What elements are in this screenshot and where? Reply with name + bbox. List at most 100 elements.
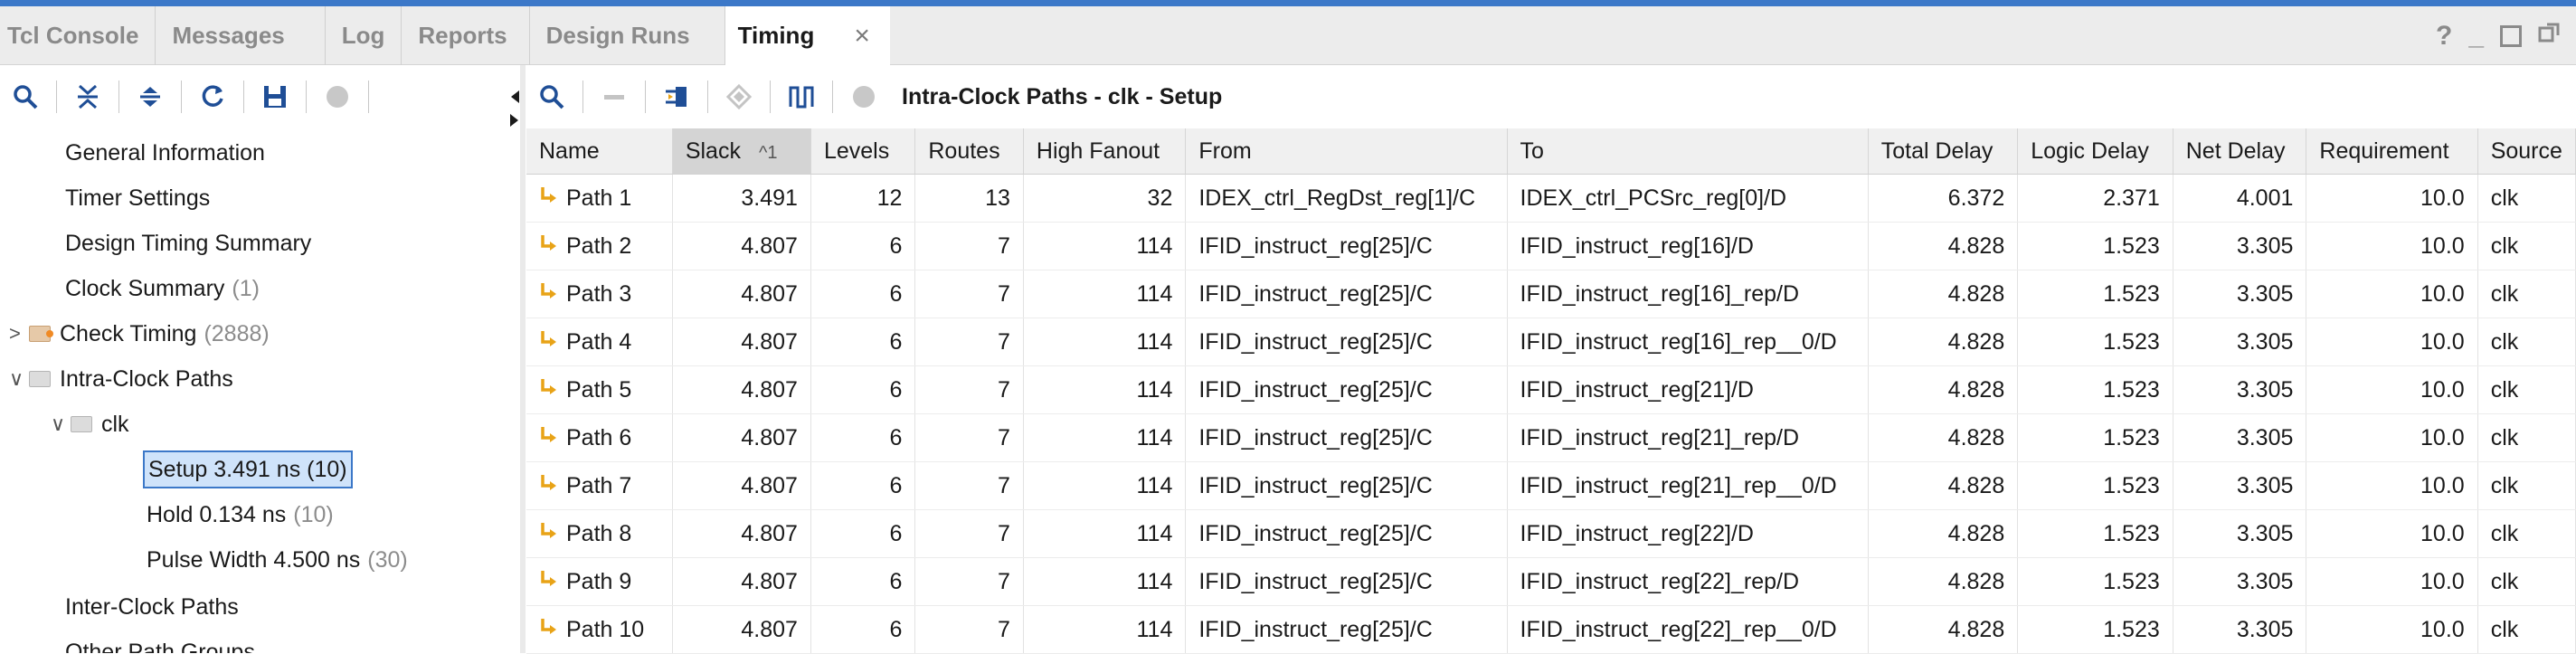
cell-levels: 6 [810, 222, 916, 270]
table-row[interactable]: Path 1 3.491 12 13 32 IDEX_ctrl_RegDst_reg[1]… [526, 174, 2576, 223]
cell-net-delay: 3.305 [2173, 365, 2307, 414]
tab-label: Log [341, 22, 385, 49]
tree-item-clock-summary[interactable]: Clock Summary (1) [65, 268, 260, 309]
column-header-slack[interactable]: Slack ^1 [672, 128, 811, 175]
column-header-net-delay[interactable]: Net Delay [2173, 128, 2307, 175]
tree-item-pulse-width[interactable]: Pulse Width 4.500 ns (30) [147, 539, 408, 581]
cell-slack: 4.807 [672, 270, 811, 318]
cell-total-delay: 4.828 [1868, 461, 2019, 510]
tree-item-timer-settings[interactable]: Timer Settings [65, 177, 210, 219]
close-icon[interactable]: × [854, 21, 870, 52]
table-row[interactable]: Path 5 4.807 6 7 114 IFID_instruct_reg[25]/C I… [526, 365, 2576, 414]
tab-tcl-console[interactable]: Tcl Console [0, 6, 156, 65]
path-icon [539, 185, 559, 212]
path-name: Path 3 [566, 280, 632, 307]
path-name: Path 8 [566, 520, 632, 546]
tree-item-label: General Information [65, 139, 265, 166]
column-header-name[interactable]: Name [526, 128, 673, 175]
chevron-down-icon[interactable]: ∨ [51, 412, 71, 436]
tree-item-other-path-groups[interactable]: Other Path Groups [65, 631, 255, 654]
table-row[interactable]: Path 6 4.807 6 7 114 IFID_instruct_reg[25]/C I… [526, 413, 2576, 462]
cell-levels: 6 [810, 413, 916, 462]
save-icon[interactable] [250, 71, 300, 122]
column-header-to[interactable]: To [1507, 128, 1869, 175]
tab-messages[interactable]: Messages [156, 6, 326, 65]
column-header-high-fanout[interactable]: High Fanout [1023, 128, 1187, 175]
cell-logic-delay: 1.523 [2017, 605, 2174, 654]
tree-item-hold[interactable]: Hold 0.134 ns (10) [147, 494, 334, 536]
float-icon[interactable] [2538, 21, 2560, 52]
refresh-icon[interactable] [187, 71, 238, 122]
cell-net-delay: 3.305 [2173, 557, 2307, 606]
collapse-pane-icon[interactable] [508, 89, 521, 134]
path-icon [539, 281, 559, 308]
search-icon[interactable] [0, 71, 51, 122]
tree-item-design-timing-summary[interactable]: Design Timing Summary [65, 223, 311, 264]
table-row[interactable]: Path 4 4.807 6 7 114 IFID_instruct_reg[25]/C I… [526, 318, 2576, 366]
collapse-all-icon[interactable] [62, 71, 113, 122]
column-header-levels[interactable]: Levels [810, 128, 916, 175]
table-header-row: Name Slack ^1 Levels Routes High Fanout F… [526, 128, 2576, 175]
cell-levels: 12 [810, 174, 916, 223]
path-icon [539, 329, 559, 355]
cell-to: IFID_instruct_reg[21]_rep/D [1507, 413, 1869, 462]
toolbar-separator [368, 81, 369, 113]
tab-log[interactable]: Log [326, 6, 402, 65]
tree-item-setup[interactable]: Setup 3.491 ns (10) [143, 450, 353, 488]
cell-total-delay: 4.828 [1868, 413, 2019, 462]
table-row[interactable]: Path 2 4.807 6 7 114 IFID_instruct_reg[25]/C I… [526, 222, 2576, 270]
cell-name: Path 5 [526, 365, 673, 414]
table-row[interactable]: Path 7 4.807 6 7 114 IFID_instruct_reg[25]/C I… [526, 461, 2576, 510]
minimize-icon[interactable]: _ [2468, 21, 2484, 52]
column-header-routes[interactable]: Routes [914, 128, 1024, 175]
cell-requirement: 10.0 [2306, 509, 2478, 558]
tree-item-clk[interactable]: ∨ clk [51, 403, 129, 445]
tab-design-runs[interactable]: Design Runs [530, 6, 725, 65]
cell-logic-delay: 1.523 [2017, 413, 2174, 462]
path-icon [539, 377, 559, 403]
cell-routes: 7 [914, 605, 1024, 654]
column-header-total-delay[interactable]: Total Delay [1868, 128, 2019, 175]
cell-logic-delay: 1.523 [2017, 318, 2174, 366]
table-row[interactable]: Path 3 4.807 6 7 114 IFID_instruct_reg[25]/C I… [526, 270, 2576, 318]
cell-from: IFID_instruct_reg[25]/C [1185, 413, 1508, 462]
pane-splitter[interactable] [520, 65, 526, 653]
column-header-logic-delay[interactable]: Logic Delay [2017, 128, 2174, 175]
column-header-from[interactable]: From [1185, 128, 1508, 175]
tree-item-count: (1) [232, 275, 260, 301]
cell-slack: 4.807 [672, 461, 811, 510]
path-name: Path 7 [566, 472, 632, 498]
chevron-right-icon[interactable]: > [9, 322, 29, 346]
tree-item-general-information[interactable]: General Information [65, 132, 265, 174]
results-toolbar: Intra-Clock Paths - clk - Setup [526, 65, 2576, 128]
tab-reports[interactable]: Reports [402, 6, 530, 65]
path-name: Path 6 [566, 424, 632, 450]
timing-paths-table: Name Slack ^1 Levels Routes High Fanout F… [526, 128, 2576, 654]
column-header-requirement[interactable]: Requirement [2306, 128, 2478, 175]
cell-total-delay: 4.828 [1868, 557, 2019, 606]
column-header-label: Slack [685, 137, 741, 164]
table-row[interactable]: Path 9 4.807 6 7 114 IFID_instruct_reg[25]/C I… [526, 557, 2576, 606]
tree-item-inter-clock-paths[interactable]: Inter-Clock Paths [65, 586, 239, 628]
waveform-icon[interactable] [776, 71, 827, 122]
maximize-icon[interactable] [2500, 24, 2522, 47]
cell-logic-delay: 1.523 [2017, 461, 2174, 510]
cell-logic-delay: 1.523 [2017, 222, 2174, 270]
folder-icon [29, 371, 51, 387]
tree-item-check-timing[interactable]: > Check Timing (2888) [9, 313, 270, 355]
cell-source: clk [2477, 413, 2576, 462]
cell-name: Path 9 [526, 557, 673, 606]
cell-logic-delay: 1.523 [2017, 557, 2174, 606]
cell-name: Path 7 [526, 461, 673, 510]
column-header-source[interactable]: Source [2477, 128, 2576, 175]
schematic-icon[interactable] [651, 71, 702, 122]
tree-item-intra-clock-paths[interactable]: ∨ Intra-Clock Paths [9, 358, 233, 400]
cell-to: IFID_instruct_reg[22]_rep/D [1507, 557, 1869, 606]
table-row[interactable]: Path 8 4.807 6 7 114 IFID_instruct_reg[25]/C I… [526, 509, 2576, 558]
tab-timing[interactable]: Timing × [724, 6, 890, 65]
table-row[interactable]: Path 10 4.807 6 7 114 IFID_instruct_reg[25]/C… [526, 605, 2576, 654]
search-icon[interactable] [526, 71, 577, 122]
expand-all-icon[interactable] [125, 71, 175, 122]
help-icon[interactable]: ? [2436, 21, 2452, 52]
chevron-down-icon[interactable]: ∨ [9, 367, 29, 391]
